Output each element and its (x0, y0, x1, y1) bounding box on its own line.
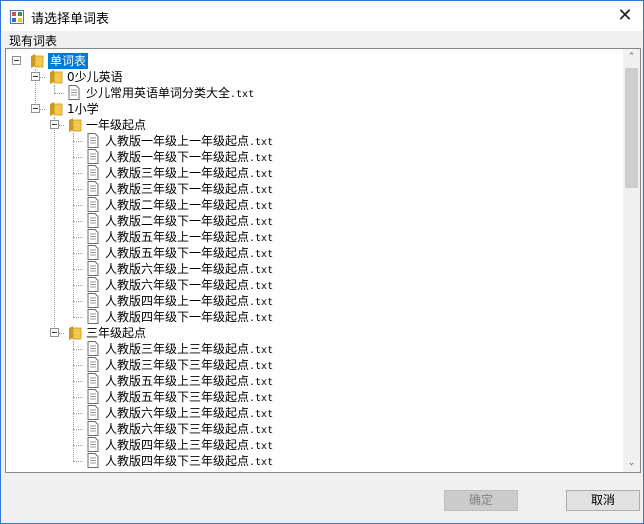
scroll-up-arrow-icon[interactable]: ⌃ (623, 49, 640, 66)
text-file-icon (87, 389, 99, 404)
tree-file-node[interactable]: 人教版五年级下三年级起点.txt (6, 389, 622, 405)
file-extension: .txt (249, 185, 274, 196)
tree-file-node[interactable]: 人教版六年级上三年级起点.txt (6, 405, 622, 421)
tree-file-node[interactable]: 人教版五年级上一年级起点.txt (6, 229, 622, 245)
section-label: 现有词表 (9, 34, 58, 48)
cancel-button[interactable]: 取消 (566, 490, 640, 511)
text-file-icon (87, 261, 99, 276)
dialog-window: 请选择单词表 ✕ 现有词表 单词表 0少儿英语 少儿常用英语单词分类大全.txt 1小… (0, 0, 644, 524)
folder-label[interactable]: 一年级起点 (86, 117, 146, 133)
tree-folder-node[interactable]: 三年级起点 (6, 325, 622, 341)
text-file-icon (87, 405, 99, 420)
file-extension: .txt (249, 409, 274, 420)
tree-file-node[interactable]: 人教版六年级上一年级起点.txt (6, 261, 622, 277)
file-extension: .txt (249, 345, 274, 356)
file-extension: .txt (249, 441, 274, 452)
text-file-icon (87, 133, 99, 148)
file-extension: .txt (249, 169, 274, 180)
tree-file-node[interactable]: 人教版五年级下一年级起点.txt (6, 245, 622, 261)
text-file-icon (87, 197, 99, 212)
file-extension: .txt (249, 377, 274, 388)
folder-label[interactable]: 0少儿英语 (67, 69, 123, 85)
tree-file-node[interactable]: 人教版三年级下一年级起点.txt (6, 181, 622, 197)
text-file-icon (87, 229, 99, 244)
text-file-icon (87, 373, 99, 388)
file-extension: .txt (249, 217, 274, 228)
text-file-icon (87, 149, 99, 164)
collapse-toggle-icon[interactable] (31, 104, 40, 113)
tree-file-node[interactable]: 人教版三年级下三年级起点.txt (6, 357, 622, 373)
tree-folder-node[interactable]: 1小学 (6, 101, 622, 117)
text-file-icon (87, 245, 99, 260)
text-file-icon (87, 293, 99, 308)
folder-icon (68, 325, 82, 341)
ok-button[interactable]: 确定 (444, 490, 518, 511)
text-file-icon (87, 437, 99, 452)
tree-folder-node[interactable]: 一年级起点 (6, 117, 622, 133)
text-file-icon (87, 341, 99, 356)
tree-file-node[interactable]: 人教版六年级下一年级起点.txt (6, 277, 622, 293)
vertical-scrollbar[interactable]: ⌃ ⌄ (623, 49, 640, 472)
file-extension: .txt (249, 233, 274, 244)
scroll-down-arrow-icon[interactable]: ⌄ (623, 455, 640, 472)
tree-file-node[interactable]: 人教版三年级上一年级起点.txt (6, 165, 622, 181)
folder-icon (68, 117, 82, 133)
file-extension: .txt (230, 89, 255, 100)
folder-label[interactable]: 1小学 (67, 101, 99, 117)
text-file-icon (87, 453, 99, 468)
text-file-icon (87, 421, 99, 436)
collapse-toggle-icon[interactable] (31, 72, 40, 81)
tree-folder-node[interactable]: 0少儿英语 (6, 69, 622, 85)
tree-file-node[interactable]: 人教版四年级上一年级起点.txt (6, 293, 622, 309)
file-extension: .txt (249, 249, 274, 260)
tree-folder-node[interactable]: 单词表 (6, 53, 622, 69)
title-bar: 请选择单词表 ✕ (1, 1, 643, 31)
collapse-toggle-icon[interactable] (50, 120, 59, 129)
folder-icon (49, 101, 63, 117)
tree-file-node[interactable]: 人教版二年级上一年级起点.txt (6, 197, 622, 213)
folder-icon (30, 53, 44, 69)
window-title: 请选择单词表 (31, 12, 110, 27)
text-file-icon (68, 85, 80, 100)
file-extension: .txt (249, 457, 274, 468)
tree-file-node[interactable]: 人教版六年级下三年级起点.txt (6, 421, 622, 437)
folder-icon (49, 69, 63, 85)
file-extension: .txt (249, 137, 274, 148)
tree-view[interactable]: 单词表 0少儿英语 少儿常用英语单词分类大全.txt 1小学 一年级起点 人教版一年级上一… (5, 48, 641, 473)
text-file-icon (87, 181, 99, 196)
file-extension: .txt (249, 153, 274, 164)
tree-body: 单词表 0少儿英语 少儿常用英语单词分类大全.txt 1小学 一年级起点 人教版一年级上一… (6, 49, 622, 472)
file-extension: .txt (249, 313, 274, 324)
tree-file-node[interactable]: 人教版二年级下一年级起点.txt (6, 213, 622, 229)
text-file-icon (87, 213, 99, 228)
close-icon: ✕ (617, 5, 633, 26)
file-extension: .txt (249, 201, 274, 212)
folder-label[interactable]: 单词表 (48, 53, 89, 69)
text-file-icon (87, 357, 99, 372)
folder-label[interactable]: 三年级起点 (86, 325, 146, 341)
tree-file-node[interactable]: 人教版三年级上三年级起点.txt (6, 341, 622, 357)
file-extension: .txt (249, 281, 274, 292)
tree-file-node[interactable]: 人教版四年级下一年级起点.txt (6, 309, 622, 325)
file-extension: .txt (249, 297, 274, 308)
collapse-toggle-icon[interactable] (12, 56, 21, 65)
collapse-toggle-icon[interactable] (50, 328, 59, 337)
tree-file-node[interactable]: 人教版五年级上三年级起点.txt (6, 373, 622, 389)
file-label[interactable]: 人教版四年级下三年级起点.txt (105, 453, 273, 471)
file-extension: .txt (249, 393, 274, 404)
tree-file-node[interactable]: 少儿常用英语单词分类大全.txt (6, 85, 622, 101)
text-file-icon (87, 309, 99, 324)
tree-file-node[interactable]: 人教版一年级下一年级起点.txt (6, 149, 622, 165)
tree-file-node[interactable]: 人教版一年级上一年级起点.txt (6, 133, 622, 149)
text-file-icon (87, 277, 99, 292)
file-extension: .txt (249, 361, 274, 372)
tree-file-node[interactable]: 人教版四年级上三年级起点.txt (6, 437, 622, 453)
tree-file-node[interactable]: 人教版四年级下三年级起点.txt (6, 453, 622, 469)
text-file-icon (87, 165, 99, 180)
file-extension: .txt (249, 425, 274, 436)
close-button[interactable]: ✕ (607, 1, 643, 31)
file-extension: .txt (249, 265, 274, 276)
scroll-thumb[interactable] (625, 68, 638, 188)
app-window-icon (10, 9, 24, 24)
